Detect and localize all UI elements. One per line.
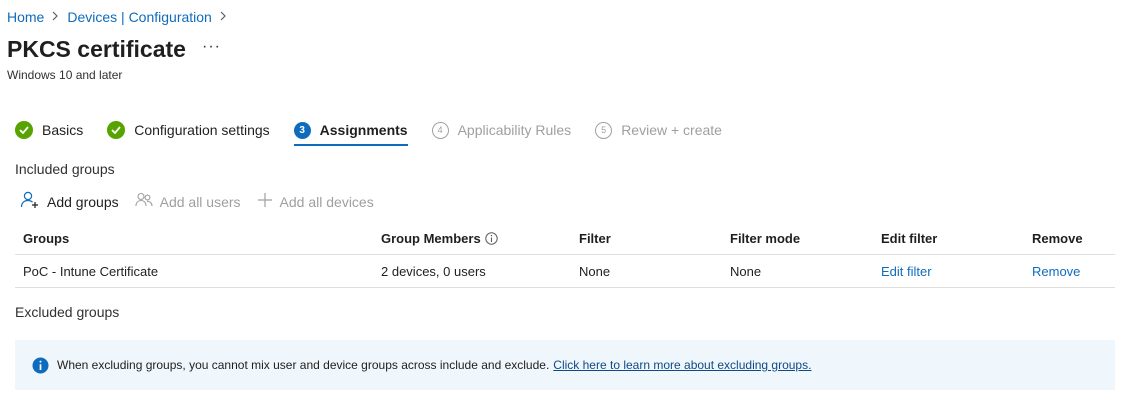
- column-header-filter: Filter: [579, 230, 611, 246]
- tab-basics[interactable]: Basics: [15, 118, 83, 142]
- page-title: PKCS certificate: [7, 36, 186, 62]
- tab-review-create[interactable]: 5 Review + create: [595, 118, 722, 142]
- more-options-button[interactable]: ···: [202, 38, 221, 56]
- people-icon: [135, 192, 153, 211]
- tab-label: Configuration settings: [134, 122, 270, 138]
- step-number-badge: 4: [431, 121, 449, 139]
- column-header-edit-filter: Edit filter: [881, 230, 938, 246]
- add-all-devices-button[interactable]: Add all devices: [257, 192, 374, 211]
- included-groups-toolbar: Add groups Add all users Add all devices: [20, 191, 390, 212]
- column-header-groups: Groups: [23, 230, 70, 246]
- checkmark-circle-icon: [15, 121, 33, 139]
- group-members-cell: 2 devices, 0 users: [381, 263, 486, 279]
- pkcs-certificate-assignments-page: Home Devices | Configuration PKCS certif…: [0, 0, 1129, 403]
- add-all-users-button[interactable]: Add all users: [135, 192, 241, 211]
- tab-label: Assignments: [319, 122, 408, 138]
- tab-configuration-settings[interactable]: Configuration settings: [107, 118, 270, 142]
- column-header-label: Group Members: [381, 230, 481, 246]
- included-groups-table: Groups Group Members Filter Filter mode …: [15, 222, 1115, 288]
- add-groups-label: Add groups: [47, 193, 119, 210]
- add-all-devices-label: Add all devices: [279, 193, 374, 210]
- info-icon: [32, 357, 49, 374]
- column-header-remove: Remove: [1032, 230, 1083, 246]
- group-name-cell: PoC - Intune Certificate: [23, 263, 159, 279]
- tab-label: Basics: [42, 122, 84, 138]
- column-header-filter-mode: Filter mode: [730, 230, 801, 246]
- excluded-groups-heading: Excluded groups: [15, 304, 120, 320]
- filter-cell: None: [579, 263, 611, 279]
- filter-mode-cell: None: [730, 263, 762, 279]
- table-header: Groups Group Members Filter Filter mode …: [15, 222, 1115, 255]
- add-person-icon: [20, 191, 40, 212]
- chevron-right-icon: [52, 10, 59, 24]
- breadcrumb-devices-configuration[interactable]: Devices | Configuration: [67, 9, 211, 25]
- breadcrumb-home[interactable]: Home: [7, 9, 44, 25]
- column-header-group-members: Group Members: [381, 222, 498, 254]
- tab-assignments[interactable]: 3 Assignments: [293, 118, 408, 146]
- edit-filter-link[interactable]: Edit filter: [881, 255, 932, 287]
- checkmark-circle-icon: [107, 121, 126, 139]
- breadcrumb: Home Devices | Configuration: [7, 9, 235, 25]
- remove-link[interactable]: Remove: [1032, 255, 1080, 287]
- tab-label: Applicability Rules: [457, 122, 572, 138]
- tab-applicability-rules[interactable]: 4 Applicability Rules: [431, 118, 572, 142]
- add-groups-button[interactable]: Add groups: [20, 191, 119, 212]
- add-all-users-label: Add all users: [159, 193, 241, 210]
- plus-icon: [257, 192, 273, 211]
- chevron-right-icon: [220, 10, 227, 24]
- step-number-badge: 5: [595, 121, 613, 139]
- info-icon[interactable]: [484, 231, 498, 245]
- step-number-badge: 3: [293, 121, 311, 139]
- info-banner-text: When excluding groups, you cannot mix us…: [57, 358, 550, 372]
- info-banner: When excluding groups, you cannot mix us…: [15, 340, 1115, 390]
- tab-label: Review + create: [621, 122, 722, 138]
- table-row: PoC - Intune Certificate 2 devices, 0 us…: [15, 255, 1115, 288]
- learn-more-excluding-groups-link[interactable]: Click here to learn more about excluding…: [553, 358, 811, 372]
- page-subtitle: Windows 10 and later: [7, 68, 123, 82]
- included-groups-heading: Included groups: [15, 161, 115, 177]
- wizard-steps: Basics Configuration settings 3 Assignme…: [15, 118, 746, 148]
